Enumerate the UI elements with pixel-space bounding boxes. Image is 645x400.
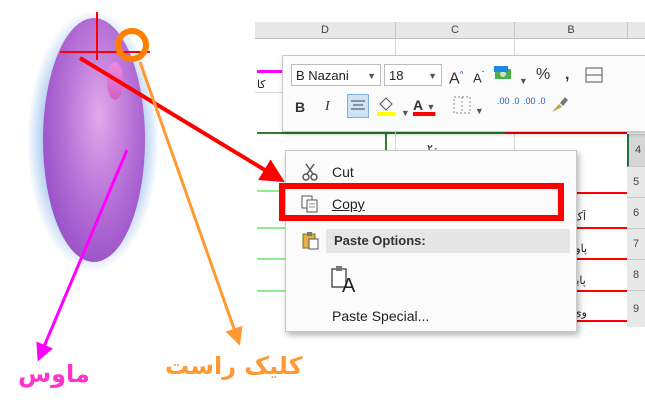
arrow-right-click bbox=[138, 61, 243, 346]
annotation-arrows bbox=[36, 12, 285, 362]
arrow-to-copy bbox=[78, 56, 285, 183]
arrow-mouse bbox=[36, 149, 129, 362]
label-mouse: ماوس bbox=[18, 360, 90, 388]
right-button-ring bbox=[115, 28, 149, 62]
label-right-click: کلیک راست bbox=[165, 352, 303, 380]
